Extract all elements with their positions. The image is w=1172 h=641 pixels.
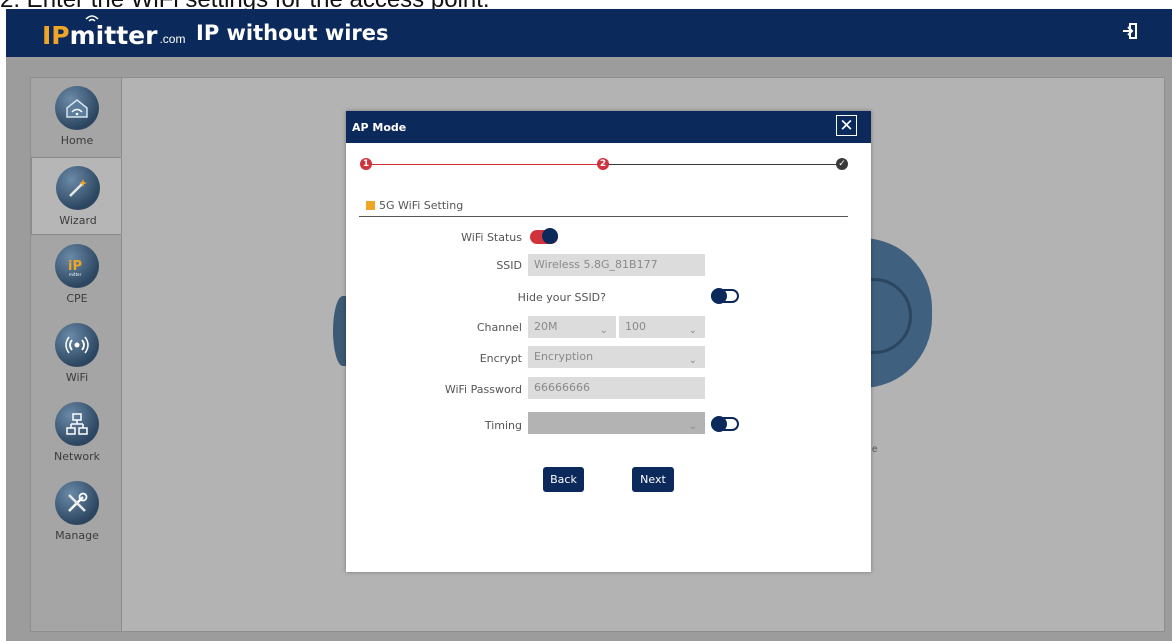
channel-number-value: 100 [625, 320, 646, 333]
ssid-label: SSID [496, 259, 522, 272]
svg-text:mitter: mitter [69, 272, 82, 277]
hide-ssid-toggle[interactable] [711, 288, 739, 304]
channel-width-value: 20M [534, 320, 558, 333]
brand-mitter-text: mitter [69, 15, 158, 50]
sidebar-item-cpe[interactable]: iP mitter CPE [31, 236, 123, 314]
brand-ip-text: IP [42, 21, 70, 50]
encrypt-select[interactable]: Encryption ⌄ [528, 346, 705, 368]
sidebar-item-label: Wizard [59, 214, 97, 227]
encrypt-value: Encryption [534, 350, 594, 363]
app-title: IP without wires [196, 21, 389, 45]
chevron-down-icon: ⌄ [688, 421, 697, 432]
channel-label: Channel [476, 321, 522, 334]
sidebar-item-label: WiFi [65, 371, 89, 384]
wizard-wand-icon [56, 166, 100, 210]
timing-label: Timing [484, 419, 522, 432]
brand-wifi-icon [85, 15, 99, 22]
brand-mitter-label: mitter [69, 21, 158, 50]
dialog-header: AP Mode ✕ [346, 111, 871, 143]
wifi-status-toggle[interactable] [530, 228, 558, 244]
dialog-title: AP Mode [352, 121, 407, 134]
home-wifi-icon [55, 86, 99, 130]
sidebar-item-label: Home [60, 134, 94, 147]
next-button[interactable]: Next [632, 467, 674, 492]
sidebar-nav: Home Wizard iP mitter CPE WiFi Network M… [30, 77, 124, 632]
cpe-ipmitter-icon: iP mitter [55, 244, 99, 288]
chevron-down-icon: ⌄ [599, 325, 608, 336]
sidebar-item-wizard[interactable]: Wizard [31, 157, 124, 235]
channel-number-select[interactable]: 100 ⌄ [619, 316, 705, 338]
close-icon[interactable]: ✕ [836, 115, 857, 136]
progress-line-pending [607, 164, 841, 165]
chevron-down-icon: ⌄ [688, 355, 697, 366]
timing-toggle[interactable] [711, 416, 739, 432]
section-divider [359, 216, 848, 217]
section-header: 5G WiFi Setting [366, 199, 463, 212]
step-indicator-2: 2 [597, 158, 609, 170]
sidebar-item-network[interactable]: Network [31, 394, 123, 472]
step-indicator-1: 1 [360, 158, 372, 170]
back-button[interactable]: Back [543, 467, 584, 492]
encrypt-label: Encrypt [479, 352, 522, 365]
wifi-password-label: WiFi Password [444, 383, 522, 396]
manage-tools-icon [55, 481, 99, 525]
brand-logo: IP mitter .com [42, 15, 186, 50]
wifi-status-label: WiFi Status [461, 231, 522, 244]
wifi-signal-icon [55, 323, 99, 367]
progress-line-complete [366, 164, 602, 165]
section-marker-icon [366, 201, 375, 210]
brand-domain-text: .com [159, 32, 186, 46]
sidebar-item-wifi[interactable]: WiFi [31, 315, 123, 393]
background-fragment-text: e [872, 444, 878, 455]
sidebar-item-label: Manage [55, 529, 99, 542]
channel-width-select[interactable]: 20M ⌄ [528, 316, 616, 338]
chevron-down-icon: ⌄ [688, 325, 697, 336]
logout-icon[interactable] [1122, 22, 1138, 40]
ssid-input[interactable]: Wireless 5.8G_81B177 [528, 254, 705, 276]
section-title: 5G WiFi Setting [379, 199, 464, 212]
sidebar-item-label: Network [54, 450, 100, 463]
hide-ssid-label: Hide your SSID? [517, 291, 606, 304]
wifi-password-input[interactable]: 66666666 [528, 377, 705, 399]
sidebar-item-home[interactable]: Home [31, 78, 123, 156]
sidebar-item-label: CPE [66, 292, 88, 305]
step-indicator-3: ✓ [836, 158, 848, 170]
sidebar-item-manage[interactable]: Manage [31, 473, 123, 551]
ap-mode-dialog: AP Mode ✕ 1 2 ✓ 5G WiFi Setting WiFi Sta… [346, 111, 871, 572]
top-header-bar: IP mitter .com IP without wires [6, 9, 1172, 57]
network-icon [55, 402, 99, 446]
timing-select[interactable]: ⌄ [528, 412, 705, 434]
